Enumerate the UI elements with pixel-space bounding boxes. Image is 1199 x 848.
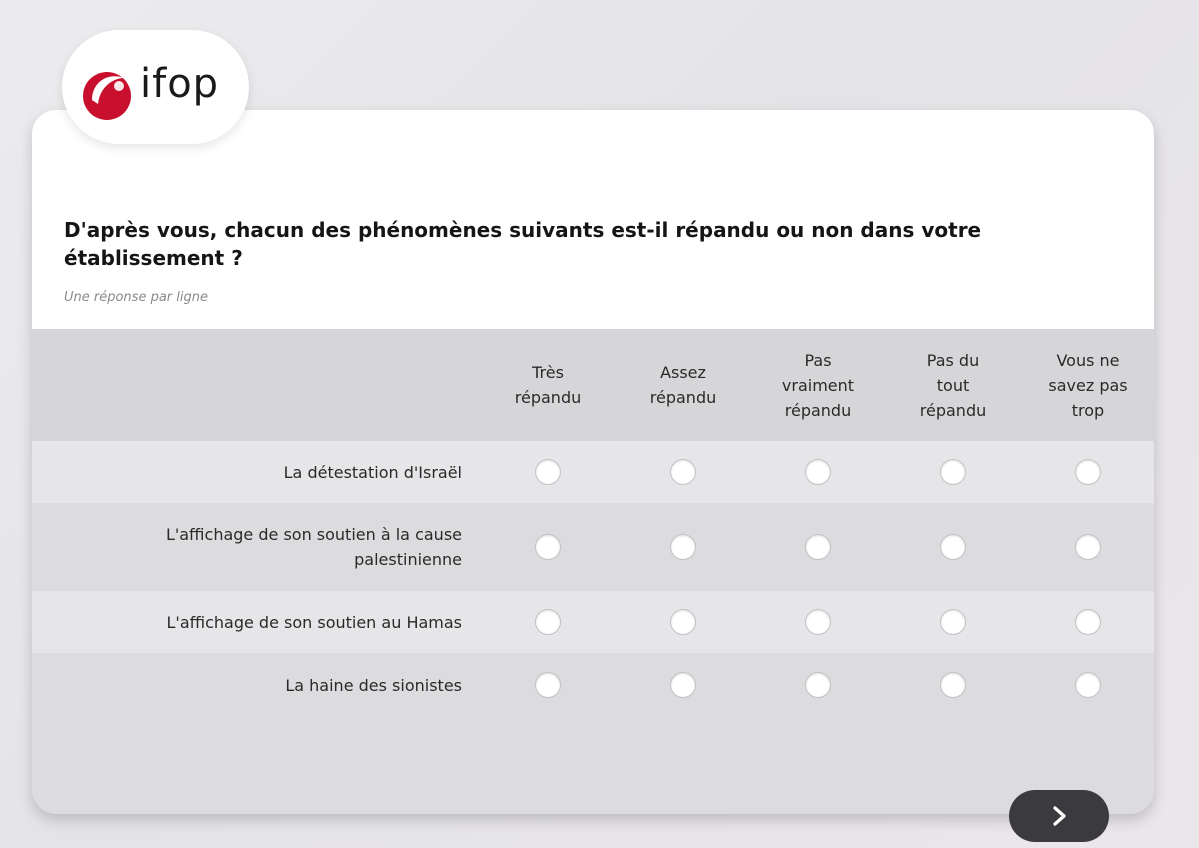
radio-ne-savez-pas[interactable] (1075, 534, 1101, 560)
next-button[interactable] (1009, 790, 1109, 842)
radio-assez-repandu[interactable] (670, 609, 696, 635)
radio-pas-vraiment-repandu[interactable] (805, 609, 831, 635)
radio-assez-repandu[interactable] (670, 672, 696, 698)
survey-card: D'après vous, chacun des phénomènes suiv… (32, 110, 1154, 814)
ifop-logo: ifop (62, 30, 249, 144)
row-label: La haine des sionistes (285, 675, 462, 695)
radio-pas-du-tout-repandu[interactable] (940, 459, 966, 485)
grid-row-soutien-cause-palestinienne: L'affichage de son soutien à la cause pa… (32, 503, 1154, 591)
radio-pas-vraiment-repandu[interactable] (805, 534, 831, 560)
radio-tres-repandu[interactable] (535, 672, 561, 698)
row-label: La détestation d'Israël (283, 462, 462, 482)
answer-instruction: Une réponse par ligne (64, 290, 208, 305)
radio-tres-repandu[interactable] (535, 534, 561, 560)
radio-tres-repandu[interactable] (535, 609, 561, 635)
grid-row-detestation-israel: La détestation d'Israël (32, 441, 1154, 503)
radio-ne-savez-pas[interactable] (1075, 672, 1101, 698)
radio-ne-savez-pas[interactable] (1075, 609, 1101, 635)
grid-row-haine-sionistes: La haine des sionistes (32, 653, 1154, 717)
column-header-pas-vraiment-repandu: Pas vraiment répandu (781, 350, 855, 420)
column-header-ne-savez-pas: Vous ne savez pas trop (1048, 350, 1128, 420)
grid-row-soutien-hamas: L'affichage de son soutien au Hamas (32, 591, 1154, 653)
logo-wordmark: ifop (140, 61, 220, 107)
radio-pas-du-tout-repandu[interactable] (940, 609, 966, 635)
chevron-right-icon (1053, 806, 1066, 826)
row-label: L'affichage de son soutien au Hamas (166, 612, 463, 632)
radio-pas-vraiment-repandu[interactable] (805, 672, 831, 698)
radio-assez-repandu[interactable] (670, 459, 696, 485)
question-text: D'après vous, chacun des phénomènes suiv… (64, 218, 982, 270)
radio-assez-repandu[interactable] (670, 534, 696, 560)
answer-grid: Très répandu Assez répandu Pas vraiment … (32, 329, 1154, 717)
column-header-tres-repandu: Très répandu (514, 363, 582, 407)
radio-pas-vraiment-repandu[interactable] (805, 459, 831, 485)
radio-tres-repandu[interactable] (535, 459, 561, 485)
grid-header-row: Très répandu Assez répandu Pas vraiment … (32, 329, 1154, 441)
row-label: L'affichage de son soutien à la cause pa… (165, 525, 462, 569)
radio-pas-du-tout-repandu[interactable] (940, 534, 966, 560)
radio-pas-du-tout-repandu[interactable] (940, 672, 966, 698)
column-header-assez-repandu: Assez répandu (649, 363, 717, 407)
radio-ne-savez-pas[interactable] (1075, 459, 1101, 485)
column-header-pas-du-tout-repandu: Pas du tout répandu (919, 350, 987, 420)
